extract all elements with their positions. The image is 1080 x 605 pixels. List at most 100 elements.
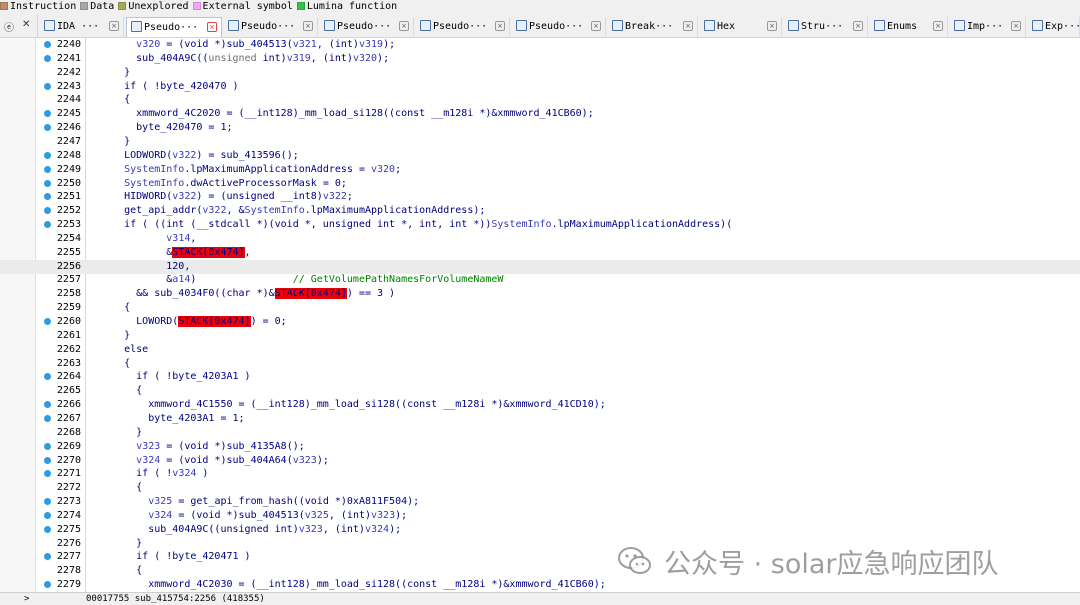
code-line[interactable]: 2262 else — [0, 343, 1080, 357]
tab-ida-view[interactable]: IDA ··· × — [40, 17, 124, 37]
code-line[interactable]: 2261 } — [0, 329, 1080, 343]
code-text[interactable]: if ( !byte_420471 ) — [88, 550, 250, 564]
tab-structures[interactable]: Stru··· × — [784, 17, 868, 37]
tab-pseudocode[interactable]: Pseudo··· × — [126, 17, 222, 37]
code-text[interactable]: xmmword_4C2020 = (__int128)_mm_load_si12… — [88, 107, 594, 121]
tab-close-icon[interactable]: × — [495, 21, 505, 31]
code-line[interactable]: 2245 xmmword_4C2020 = (__int128)_mm_load… — [0, 107, 1080, 121]
code-line[interactable]: 2268 } — [0, 426, 1080, 440]
highlighted-symbol[interactable]: STACK[0x474] — [178, 316, 251, 327]
tab-exports[interactable]: Exp··· — [1028, 17, 1080, 37]
tab-close-icon[interactable]: × — [399, 21, 409, 31]
tab-imports[interactable]: Imp··· × — [950, 17, 1026, 37]
tab-enums[interactable]: Enums × — [870, 17, 948, 37]
tab-close-icon[interactable]: × — [1011, 21, 1021, 31]
code-line[interactable]: 2258 && sub_4034F0((char *)&STACK[0x474]… — [0, 287, 1080, 301]
highlighted-symbol[interactable]: STACK[0x474] — [172, 246, 245, 258]
code-text[interactable]: v320 = (void *)sub_404513(v321, (int)v31… — [88, 38, 395, 52]
code-line[interactable]: 2241 sub_404A9C((unsigned int)v319, (int… — [0, 52, 1080, 66]
code-line[interactable]: 2254 v314, — [0, 232, 1080, 246]
expand-icon[interactable]: > — [24, 593, 34, 605]
code-text[interactable]: && sub_4034F0((char *)&STACK[0x474]) == … — [88, 287, 395, 301]
tab-pseudocode[interactable]: Pseudo··· × — [320, 17, 414, 37]
code-text[interactable]: { — [88, 357, 130, 371]
tab-pseudocode[interactable]: Pseudo··· × — [224, 17, 318, 37]
code-text[interactable]: if ( !byte_420470 ) — [88, 80, 238, 94]
code-line[interactable]: 2263 { — [0, 357, 1080, 371]
code-text[interactable]: if ( !byte_4203A1 ) — [88, 370, 250, 384]
code-text[interactable]: if ( !v324 ) — [88, 467, 208, 481]
code-line[interactable]: 2264 if ( !byte_4203A1 ) — [0, 370, 1080, 384]
highlighted-symbol[interactable]: STACK[0x474] — [274, 288, 347, 300]
code-line[interactable]: 2250 SystemInfo.dwActiveProcessorMask = … — [0, 177, 1080, 191]
code-line[interactable]: 2249 SystemInfo.lpMaximumApplicationAddr… — [0, 163, 1080, 177]
code-text[interactable]: sub_404A9C((unsigned int)v319, (int)v320… — [88, 52, 389, 66]
code-text[interactable]: byte_420470 = 1; — [88, 121, 232, 135]
pin-icon[interactable]: ⓔ — [4, 19, 14, 34]
code-line[interactable]: 2244 { — [0, 93, 1080, 107]
code-text[interactable]: else — [88, 343, 148, 357]
code-line[interactable]: 2252 get_api_addr(v322, &SystemInfo.lpMa… — [0, 204, 1080, 218]
code-line[interactable]: 2251 HIDWORD(v322) = (unsigned __int8)v3… — [0, 190, 1080, 204]
code-line[interactable]: 2265 { — [0, 384, 1080, 398]
code-text[interactable]: } — [88, 66, 130, 80]
code-line[interactable]: 2274 v324 = (void *)sub_404513(v325, (in… — [0, 509, 1080, 523]
code-line[interactable]: 2240 v320 = (void *)sub_404513(v321, (in… — [0, 38, 1080, 52]
code-line[interactable]: 2272 { — [0, 481, 1080, 495]
tab-close-icon[interactable]: × — [933, 21, 943, 31]
tab-hex-view[interactable]: Hex × — [700, 17, 782, 37]
tab-close-icon[interactable]: × — [207, 22, 217, 32]
code-line[interactable]: 2259 { — [0, 301, 1080, 315]
code-text[interactable]: sub_404A9C((unsigned int)v323, (int)v324… — [88, 523, 401, 537]
tab-close-icon[interactable]: × — [683, 21, 693, 31]
code-text[interactable]: } — [88, 135, 130, 149]
code-text[interactable]: LOWORD(STACK[0x474]) = 0; — [88, 315, 287, 329]
tab-close-icon[interactable]: × — [109, 21, 119, 31]
tab-pseudocode[interactable]: Pseudo··· × — [416, 17, 510, 37]
code-text[interactable]: v324 = (void *)sub_404A64(v323); — [88, 454, 329, 468]
close-panel-icon[interactable]: ✕ — [22, 19, 30, 30]
code-line[interactable]: 2243 if ( !byte_420470 ) — [0, 80, 1080, 94]
code-text[interactable]: LODWORD(v322) = sub_413596(); — [88, 149, 299, 163]
code-text[interactable]: if ( ((int (__stdcall *)(void *, unsigne… — [88, 218, 732, 232]
code-text[interactable]: &a14) // GetVolumePathNamesForVolumeName… — [88, 273, 503, 287]
code-text[interactable]: v324 = (void *)sub_404513(v325, (int)v32… — [88, 509, 407, 523]
code-line[interactable]: 2247 } — [0, 135, 1080, 149]
code-line[interactable]: 2246 byte_420470 = 1; — [0, 121, 1080, 135]
code-text[interactable]: SystemInfo.dwActiveProcessorMask = 0; — [88, 177, 347, 191]
code-text[interactable]: { — [88, 384, 142, 398]
code-line[interactable]: 2255 &STACK[0x474], — [0, 246, 1080, 260]
code-line[interactable]: 2266 xmmword_4C1550 = (__int128)_mm_load… — [0, 398, 1080, 412]
tab-close-icon[interactable]: × — [853, 21, 863, 31]
tab-close-icon[interactable]: × — [303, 21, 313, 31]
code-text[interactable]: { — [88, 564, 142, 578]
code-text[interactable]: 120, — [88, 260, 190, 274]
code-text[interactable]: { — [88, 93, 130, 107]
code-text[interactable]: HIDWORD(v322) = (unsigned __int8)v322; — [88, 190, 353, 204]
code-line[interactable]: 2256 120, — [0, 259, 1080, 274]
code-text[interactable]: v323 = (void *)sub_4135A8(); — [88, 440, 305, 454]
code-line[interactable]: 2273 v325 = get_api_from_hash((void *)0x… — [0, 495, 1080, 509]
code-text[interactable]: xmmword_4C2030 = (__int128)_mm_load_si12… — [88, 578, 606, 592]
tab-pseudocode[interactable]: Pseudo··· × — [512, 17, 606, 37]
code-line[interactable]: 2271 if ( !v324 ) — [0, 467, 1080, 481]
code-line[interactable]: 2275 sub_404A9C((unsigned int)v323, (int… — [0, 523, 1080, 537]
code-text[interactable]: &STACK[0x474], — [88, 246, 251, 260]
code-text[interactable]: v314, — [88, 232, 196, 246]
code-text[interactable]: get_api_addr(v322, &SystemInfo.lpMaximum… — [88, 204, 485, 218]
code-text[interactable]: } — [88, 537, 142, 551]
pseudocode-editor[interactable]: 2240 v320 = (void *)sub_404513(v321, (in… — [0, 38, 1080, 592]
code-text[interactable]: byte_4203A1 = 1; — [88, 412, 244, 426]
code-line[interactable]: 2242 } — [0, 66, 1080, 80]
code-line[interactable]: 2269 v323 = (void *)sub_4135A8(); — [0, 440, 1080, 454]
tab-close-icon[interactable]: × — [767, 21, 777, 31]
code-line[interactable]: 2267 byte_4203A1 = 1; — [0, 412, 1080, 426]
tab-close-icon[interactable]: × — [591, 21, 601, 31]
code-line[interactable]: 2270 v324 = (void *)sub_404A64(v323); — [0, 454, 1080, 468]
code-line[interactable]: 2257 &a14) // GetVolumePathNamesForVolum… — [0, 273, 1080, 287]
code-text[interactable]: v325 = get_api_from_hash((void *)0xA811F… — [88, 495, 419, 509]
tab-breakpoints[interactable]: Break··· × — [608, 17, 698, 37]
code-text[interactable]: xmmword_4C1550 = (__int128)_mm_load_si12… — [88, 398, 606, 412]
code-line[interactable]: 2248 LODWORD(v322) = sub_413596(); — [0, 149, 1080, 163]
code-line[interactable]: 2253 if ( ((int (__stdcall *)(void *, un… — [0, 218, 1080, 232]
